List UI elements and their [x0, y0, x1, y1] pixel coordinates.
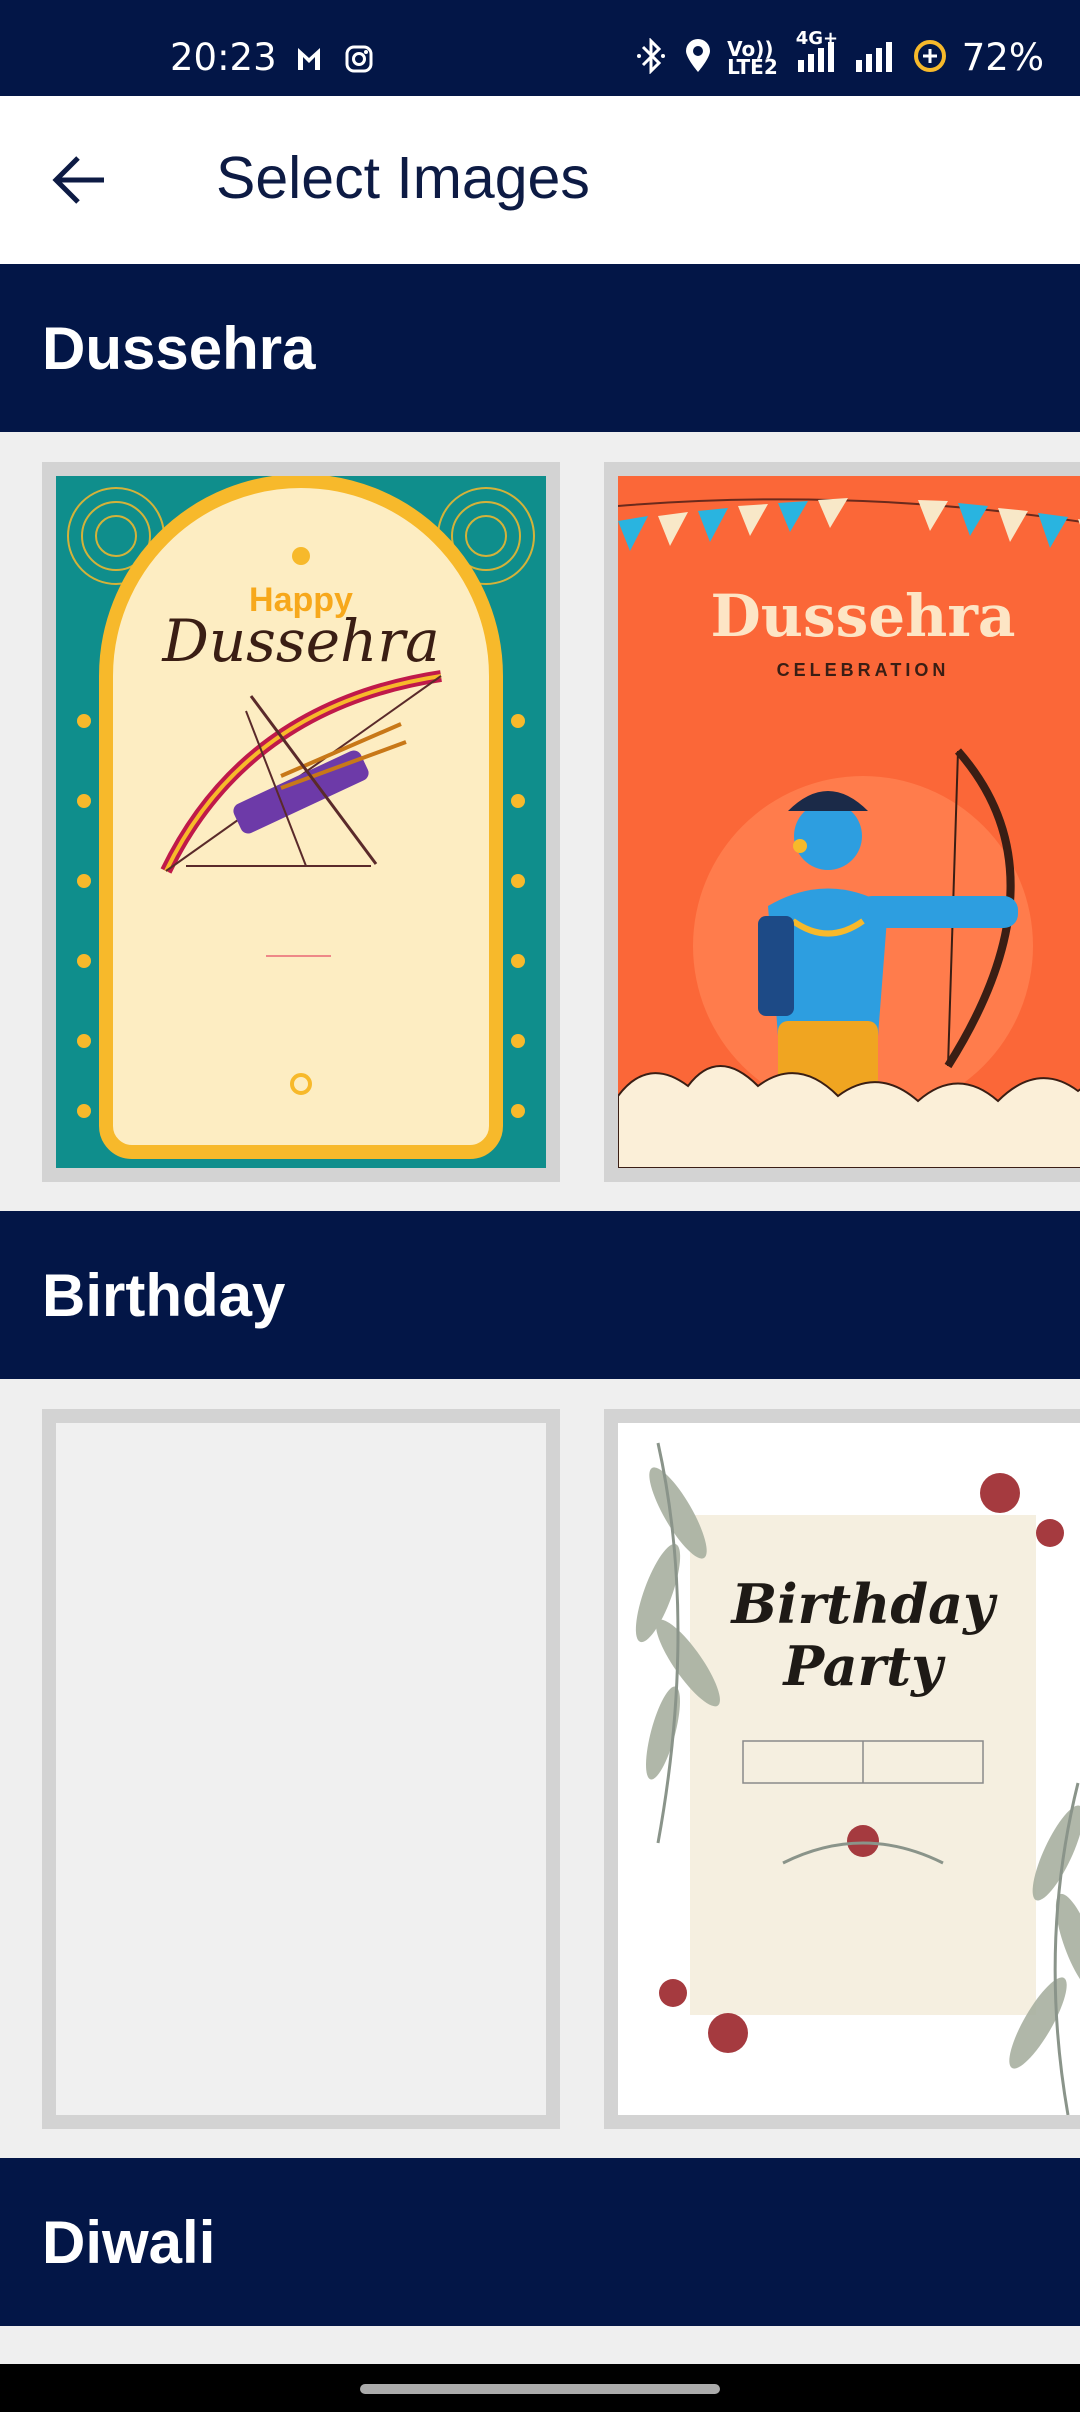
instagram-icon	[344, 44, 374, 79]
volte-icon: Vo)) LTE2	[727, 39, 778, 79]
gmail-icon	[296, 44, 322, 79]
card-heading-line1: Birthday	[730, 1572, 999, 1636]
status-bar: 20:23 Vo)) LTE2 4G+ 72%	[0, 0, 1080, 96]
gesture-handle[interactable]	[360, 2384, 720, 2394]
birthday-card-row: Birthday Party	[0, 1409, 1080, 2129]
signal-icon-2	[852, 38, 898, 78]
battery-saver-icon	[912, 38, 948, 78]
section-header-birthday: Birthday	[0, 1211, 1080, 1379]
section-title: Dussehra	[42, 315, 316, 382]
card-heading-line2: Party	[782, 1634, 947, 1698]
signal-icon: 4G+	[792, 29, 838, 78]
card-heading-script: Dussehra	[161, 607, 439, 675]
app-bar: Select Images	[0, 96, 1080, 264]
image-card-birthday-party[interactable]: Birthday Party	[604, 1409, 1080, 2129]
page-title: Select Images	[216, 145, 590, 211]
location-icon	[683, 38, 713, 78]
image-card-placeholder[interactable]	[42, 1409, 560, 2129]
card-heading: Dussehra	[711, 582, 1016, 650]
image-card-happy-dussehra[interactable]: Happy Dussehra	[42, 462, 560, 1182]
image-card-dussehra-celebration[interactable]: Dussehra CELEBRATION	[604, 462, 1080, 1182]
status-time: 20:23	[170, 36, 277, 79]
bluetooth-icon	[635, 36, 669, 78]
image-placeholder	[56, 1423, 546, 2115]
volte-label-bottom: LTE2	[727, 54, 778, 79]
section-header-dussehra: Dussehra	[0, 264, 1080, 432]
network-type-label: 4G+	[795, 27, 839, 49]
section-title: Birthday	[42, 1262, 286, 1329]
dussehra-card-row: Happy Dussehra Dussehra CELEBRATION	[0, 462, 1080, 1182]
card-subheading: CELEBRATION	[777, 660, 950, 680]
battery-percent: 72%	[961, 36, 1044, 79]
arrow-left-icon[interactable]	[50, 152, 110, 208]
section-header-diwali: Diwali	[0, 2158, 1080, 2326]
section-title: Diwali	[42, 2209, 216, 2276]
navigation-bar	[0, 2364, 1080, 2412]
